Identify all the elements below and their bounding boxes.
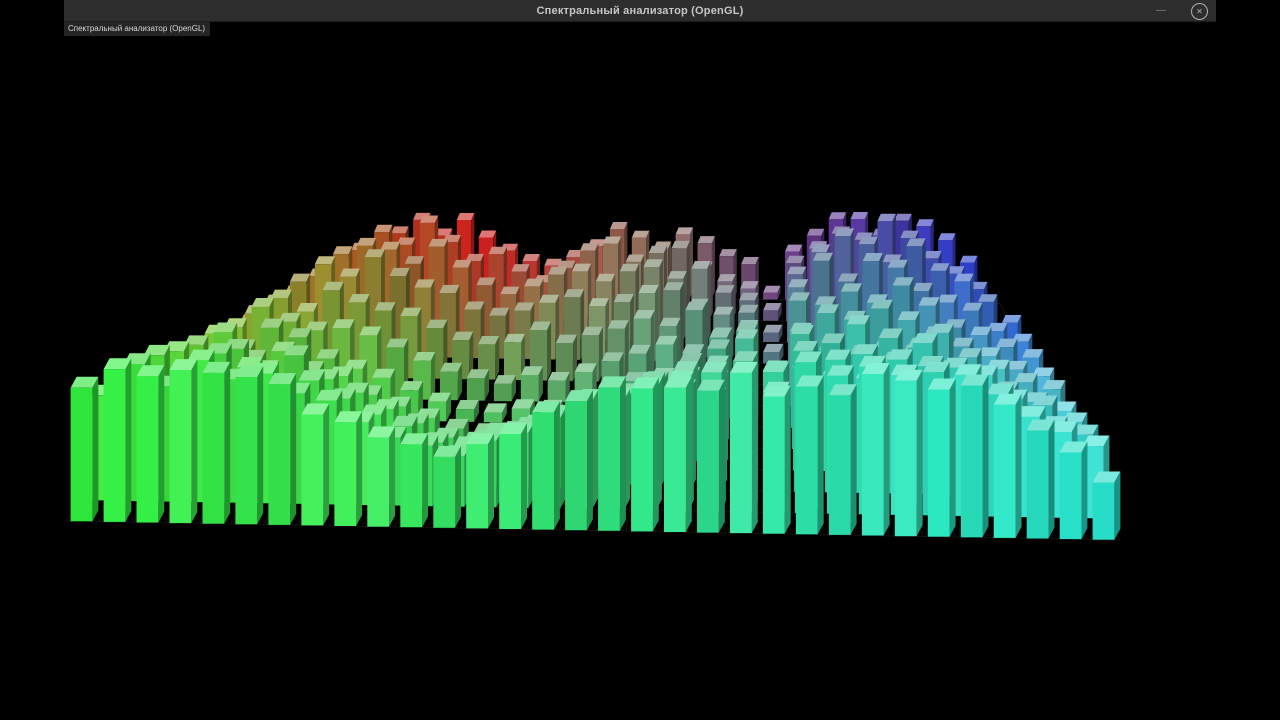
spectrum-3d-visualization[interactable] bbox=[64, 21, 1216, 720]
minimize-button[interactable]: — bbox=[1152, 0, 1170, 21]
desktop-background: Спектральный анализатор (OpenGL) — ✕ Спе… bbox=[0, 0, 1280, 720]
titlebar: Спектральный анализатор (OpenGL) — ✕ bbox=[64, 0, 1216, 22]
minimize-icon: — bbox=[1156, 5, 1166, 16]
app-window: Спектральный анализатор (OpenGL) — ✕ Спе… bbox=[64, 0, 1216, 720]
close-button[interactable]: ✕ bbox=[1191, 3, 1208, 20]
window-title: Спектральный анализатор (OpenGL) bbox=[536, 4, 744, 17]
close-icon: ✕ bbox=[1196, 6, 1203, 16]
